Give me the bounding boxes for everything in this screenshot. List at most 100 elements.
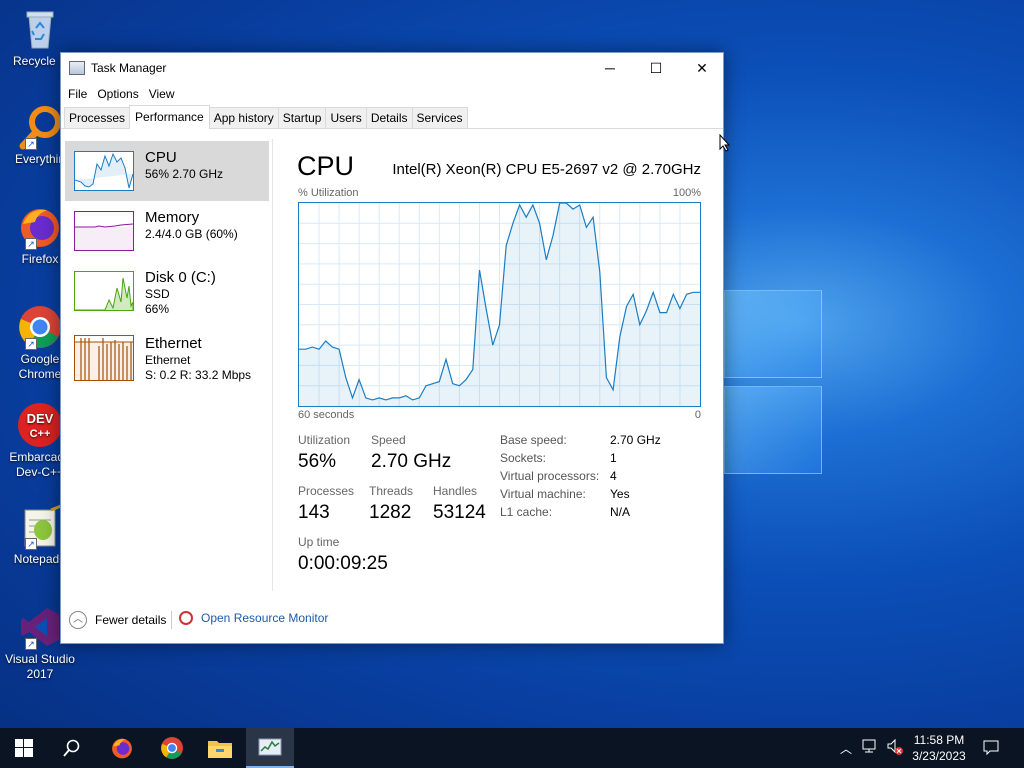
page-title: CPU	[297, 151, 355, 181]
sidebar-item-ethernet[interactable]: Ethernet Ethernet S: 0.2 R: 33.2 Mbps	[65, 327, 269, 387]
taskbar-chrome[interactable]	[148, 728, 196, 768]
fewer-details-button[interactable]: ︿ Fewer details	[69, 611, 166, 629]
cpu-utilization-svg	[299, 202, 700, 406]
processes-label: Processes	[298, 484, 355, 498]
menu-options[interactable]: Options	[92, 87, 143, 101]
base-speed-value: 2.70 GHz	[610, 433, 661, 447]
sidebar-item-memory[interactable]: Memory 2.4/4.0 GB (60%)	[65, 201, 269, 261]
close-button[interactable]: ✕	[679, 53, 725, 83]
tab-strip: Processes Performance App history Startu…	[61, 105, 723, 129]
firefox-icon: ↗	[17, 204, 63, 250]
open-resource-monitor-label: Open Resource Monitor	[201, 611, 329, 625]
notifications-icon[interactable]	[982, 738, 1000, 759]
start-button[interactable]	[0, 728, 48, 768]
desktop-icon-label: Visual Studio	[5, 652, 75, 666]
firefox-icon	[112, 738, 132, 759]
speed-value: 2.70 GHz	[371, 451, 452, 472]
ethernet-thumbnail-graph	[74, 335, 134, 381]
sockets-value: 1	[610, 451, 617, 465]
chrome-icon	[161, 737, 183, 759]
sidebar-item-disk[interactable]: Disk 0 (C:) SSD 66%	[65, 261, 269, 321]
footer-divider	[171, 611, 172, 629]
open-resource-monitor-link[interactable]: Open Resource Monitor	[179, 611, 328, 625]
utilization-value: 56%	[298, 451, 337, 472]
task-manager-icon	[69, 61, 85, 75]
sidebar-item-name: CPU	[145, 149, 177, 166]
taskbar-firefox[interactable]	[98, 728, 146, 768]
chevron-up-icon[interactable]: ︿	[840, 740, 852, 757]
virtual-machine-value: Yes	[610, 487, 630, 501]
handles-label: Handles	[433, 484, 478, 498]
menu-view[interactable]: View	[144, 87, 180, 101]
desktop-icon-label: 2017	[26, 667, 54, 681]
sidebar-item-detail: SSD	[145, 287, 170, 301]
menu-bar: File Options View	[61, 83, 723, 105]
taskbar: ︿ 11:58 PM 3/23/2023	[0, 728, 1024, 768]
sidebar-item-name: Disk 0 (C:)	[145, 269, 216, 286]
tab-details[interactable]: Details	[365, 107, 413, 128]
window-footer: ︿ Fewer details Open Resource Monitor	[61, 607, 723, 633]
sidebar-item-detail: 56% 2.70 GHz	[145, 167, 224, 181]
title-bar[interactable]: Task Manager ─ ☐ ✕	[61, 53, 723, 83]
sockets-label: Sockets:	[500, 451, 547, 465]
volume-muted-icon[interactable]	[886, 738, 904, 759]
virtual-machine-label: Virtual machine:	[500, 487, 586, 501]
start-icon	[15, 739, 33, 757]
minimize-button[interactable]: ─	[587, 53, 633, 83]
tab-app-history[interactable]: App history	[208, 107, 279, 128]
x-axis-right-label: 0	[694, 409, 701, 421]
processes-value: 143	[298, 502, 330, 523]
threads-label: Threads	[369, 484, 414, 498]
sidebar-item-cpu[interactable]: CPU 56% 2.70 GHz	[65, 141, 269, 201]
tab-services[interactable]: Services	[411, 107, 468, 128]
uptime-label: Up time	[298, 535, 340, 549]
visual-studio-icon: ↗	[17, 604, 63, 650]
sidebar-item-detail: 2.4/4.0 GB (60%)	[145, 227, 238, 241]
taskbar-task-manager[interactable]	[246, 728, 294, 768]
task-manager-icon	[258, 738, 282, 756]
virtual-processors-value: 4	[610, 469, 617, 483]
resource-sidebar: CPU 56% 2.70 GHz Memory 2.4/4.0 GB (60%)	[61, 139, 273, 591]
file-explorer-icon	[208, 741, 232, 758]
task-manager-window[interactable]: Task Manager ─ ☐ ✕ File Options View Pro…	[60, 52, 724, 644]
search-icon	[63, 739, 80, 757]
windows-wallpaper-logo	[724, 290, 824, 480]
search-button[interactable]	[48, 728, 96, 768]
uptime-value: 0:00:09:25	[298, 553, 388, 574]
recycle-bin-icon	[17, 6, 63, 52]
cpu-model-name: Intel(R) Xeon(R) CPU E5-2697 v2 @ 2.70GH…	[392, 161, 701, 178]
resource-monitor-icon	[179, 611, 193, 625]
chrome-icon: ↗	[17, 304, 63, 350]
tab-processes[interactable]: Processes	[64, 107, 131, 128]
fewer-details-label: Fewer details	[95, 613, 167, 627]
sidebar-item-detail: S: 0.2 R: 33.2 Mbps	[145, 368, 252, 382]
sidebar-item-detail: 66%	[145, 302, 170, 316]
l1-cache-label: L1 cache:	[500, 505, 553, 519]
devcpp-icon-text: DEV	[27, 411, 54, 426]
everything-icon: ↗	[17, 104, 63, 150]
devcpp-icon-text: C++	[30, 428, 51, 440]
cpu-detail-panel: CPU Intel(R) Xeon(R) CPU E5-2697 v2 @ 2.…	[273, 139, 723, 591]
sidebar-item-name: Ethernet	[145, 335, 202, 352]
disk-thumbnail-graph	[74, 271, 134, 311]
mouse-cursor-icon	[719, 133, 731, 155]
tab-performance[interactable]: Performance	[129, 105, 210, 129]
maximize-button[interactable]: ☐	[633, 53, 679, 83]
tab-users[interactable]: Users	[325, 107, 367, 128]
notepadpp-icon: ↗	[17, 504, 63, 550]
base-speed-label: Base speed:	[500, 433, 567, 447]
clock-date: 3/23/2023	[912, 749, 966, 763]
sidebar-item-name: Memory	[145, 209, 200, 226]
menu-file[interactable]: File	[63, 87, 92, 101]
system-clock[interactable]: 11:58 PM 3/23/2023	[904, 732, 974, 764]
network-icon[interactable]	[862, 738, 878, 757]
handles-value: 53124	[433, 502, 486, 523]
threads-value: 1282	[369, 502, 412, 523]
cpu-utilization-chart	[298, 202, 701, 407]
taskbar-file-explorer[interactable]	[196, 728, 244, 768]
window-title: Task Manager	[91, 61, 167, 75]
chevron-up-icon: ︿	[69, 611, 87, 629]
x-axis-left-label: 60 seconds	[298, 409, 355, 421]
l1-cache-value: N/A	[610, 505, 631, 519]
tab-startup[interactable]: Startup	[277, 107, 327, 128]
